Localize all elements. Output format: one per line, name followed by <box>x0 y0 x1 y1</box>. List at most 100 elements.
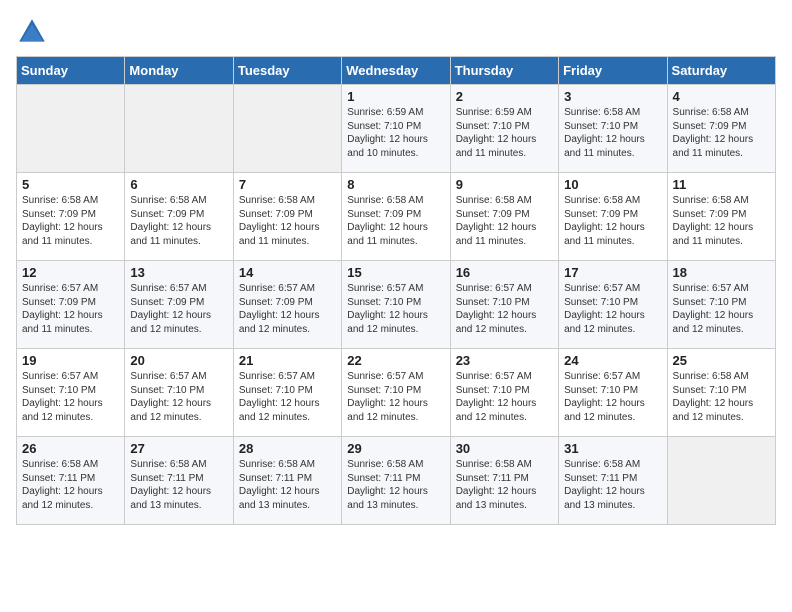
calendar-cell: 8Sunrise: 6:58 AM Sunset: 7:09 PM Daylig… <box>342 173 450 261</box>
day-number: 29 <box>347 441 444 456</box>
calendar-cell: 1 Sunrise: 6:59 AM Sunset: 7:10 PM Daylig… <box>342 85 450 173</box>
calendar-cell: 27 Sunrise: 6:58 AM Sunset: 7:11 PM Dayli… <box>125 437 233 525</box>
calendar-week-row: 5 Sunrise: 6:58 AM Sunset: 7:09 PM Daylig… <box>17 173 776 261</box>
day-info: Sunrise: 6:57 AM Sunset: 7:09 PM Dayligh… <box>130 282 227 336</box>
weekday-header-sunday: Sunday <box>17 57 125 85</box>
day-number: 24 <box>564 353 661 368</box>
calendar-week-row: 1 Sunrise: 6:59 AM Sunset: 7:10 PM Daylig… <box>17 85 776 173</box>
day-number: 9 <box>456 177 553 192</box>
calendar-cell: 5 Sunrise: 6:58 AM Sunset: 7:09 PM Daylig… <box>17 173 125 261</box>
calendar-cell: 14 Sunrise: 6:57 AM Sunset: 7:09 PM Dayli… <box>233 261 341 349</box>
weekday-header-wednesday: Wednesday <box>342 57 450 85</box>
day-info: Sunrise: 6:57 AM Sunset: 7:10 PM Dayligh… <box>22 370 119 424</box>
day-info: Sunrise: 6:59 AM Sunset: 7:10 PM Dayligh… <box>456 106 553 160</box>
calendar-cell: 16 Sunrise: 6:57 AM Sunset: 7:10 PM Dayli… <box>450 261 558 349</box>
day-number: 22 <box>347 353 444 368</box>
day-info: Sunrise: 6:58 AM Sunset: 7:09 PM Dayligh… <box>456 194 553 248</box>
day-number: 16 <box>456 265 553 280</box>
day-info: Sunrise: 6:57 AM Sunset: 7:10 PM Dayligh… <box>347 370 444 424</box>
day-info: Sunrise: 6:57 AM Sunset: 7:10 PM Dayligh… <box>673 282 770 336</box>
day-info: Sunrise: 6:58 AM Sunset: 7:09 PM Dayligh… <box>564 194 661 248</box>
calendar-cell: 30Sunrise: 6:58 AM Sunset: 7:11 PM Dayli… <box>450 437 558 525</box>
weekday-header-tuesday: Tuesday <box>233 57 341 85</box>
day-info: Sunrise: 6:58 AM Sunset: 7:09 PM Dayligh… <box>130 194 227 248</box>
day-info: Sunrise: 6:59 AM Sunset: 7:10 PM Dayligh… <box>347 106 444 160</box>
logo-icon <box>16 16 48 48</box>
day-info: Sunrise: 6:57 AM Sunset: 7:09 PM Dayligh… <box>239 282 336 336</box>
weekday-header-friday: Friday <box>559 57 667 85</box>
day-number: 21 <box>239 353 336 368</box>
day-number: 13 <box>130 265 227 280</box>
calendar-cell: 2 Sunrise: 6:59 AM Sunset: 7:10 PM Daylig… <box>450 85 558 173</box>
calendar-cell: 10 Sunrise: 6:58 AM Sunset: 7:09 PM Dayli… <box>559 173 667 261</box>
calendar-cell: 23Sunrise: 6:57 AM Sunset: 7:10 PM Dayli… <box>450 349 558 437</box>
day-info: Sunrise: 6:57 AM Sunset: 7:10 PM Dayligh… <box>564 282 661 336</box>
calendar-cell: 17 Sunrise: 6:57 AM Sunset: 7:10 PM Dayli… <box>559 261 667 349</box>
calendar-cell: 3 Sunrise: 6:58 AM Sunset: 7:10 PM Daylig… <box>559 85 667 173</box>
day-number: 7 <box>239 177 336 192</box>
day-info: Sunrise: 6:58 AM Sunset: 7:11 PM Dayligh… <box>239 458 336 512</box>
calendar-cell: 13 Sunrise: 6:57 AM Sunset: 7:09 PM Dayli… <box>125 261 233 349</box>
day-number: 3 <box>564 89 661 104</box>
day-info: Sunrise: 6:57 AM Sunset: 7:10 PM Dayligh… <box>130 370 227 424</box>
day-number: 2 <box>456 89 553 104</box>
day-number: 4 <box>673 89 770 104</box>
day-info: Sunrise: 6:58 AM Sunset: 7:09 PM Dayligh… <box>673 106 770 160</box>
logo <box>16 16 52 48</box>
calendar-cell: 31 Sunrise: 6:58 AM Sunset: 7:11 PM Dayli… <box>559 437 667 525</box>
day-number: 26 <box>22 441 119 456</box>
day-number: 31 <box>564 441 661 456</box>
calendar-cell: 19 Sunrise: 6:57 AM Sunset: 7:10 PM Dayli… <box>17 349 125 437</box>
calendar-cell: 18 Sunrise: 6:57 AM Sunset: 7:10 PM Dayli… <box>667 261 775 349</box>
day-number: 11 <box>673 177 770 192</box>
calendar-cell: 24Sunrise: 6:57 AM Sunset: 7:10 PM Dayli… <box>559 349 667 437</box>
day-number: 20 <box>130 353 227 368</box>
day-info: Sunrise: 6:57 AM Sunset: 7:09 PM Dayligh… <box>22 282 119 336</box>
day-number: 27 <box>130 441 227 456</box>
calendar-cell <box>233 85 341 173</box>
calendar-cell: 20 Sunrise: 6:57 AM Sunset: 7:10 PM Dayli… <box>125 349 233 437</box>
day-info: Sunrise: 6:58 AM Sunset: 7:11 PM Dayligh… <box>347 458 444 512</box>
weekday-header-thursday: Thursday <box>450 57 558 85</box>
day-info: Sunrise: 6:58 AM Sunset: 7:09 PM Dayligh… <box>239 194 336 248</box>
weekday-header-monday: Monday <box>125 57 233 85</box>
weekday-header-row: SundayMondayTuesdayWednesdayThursdayFrid… <box>17 57 776 85</box>
day-info: Sunrise: 6:57 AM Sunset: 7:10 PM Dayligh… <box>347 282 444 336</box>
calendar-cell: 26 Sunrise: 6:58 AM Sunset: 7:11 PM Dayli… <box>17 437 125 525</box>
day-number: 1 <box>347 89 444 104</box>
day-number: 17 <box>564 265 661 280</box>
calendar-cell: 7 Sunrise: 6:58 AM Sunset: 7:09 PM Daylig… <box>233 173 341 261</box>
day-info: Sunrise: 6:58 AM Sunset: 7:11 PM Dayligh… <box>22 458 119 512</box>
calendar-cell: 15 Sunrise: 6:57 AM Sunset: 7:10 PM Dayli… <box>342 261 450 349</box>
day-number: 14 <box>239 265 336 280</box>
day-info: Sunrise: 6:58 AM Sunset: 7:09 PM Dayligh… <box>22 194 119 248</box>
calendar-cell: 29 Sunrise: 6:58 AM Sunset: 7:11 PM Dayli… <box>342 437 450 525</box>
day-number: 10 <box>564 177 661 192</box>
day-number: 8 <box>347 177 444 192</box>
calendar-cell: 25Sunrise: 6:58 AM Sunset: 7:10 PM Dayli… <box>667 349 775 437</box>
calendar-week-row: 26 Sunrise: 6:58 AM Sunset: 7:11 PM Dayli… <box>17 437 776 525</box>
calendar-cell <box>125 85 233 173</box>
day-number: 6 <box>130 177 227 192</box>
day-number: 18 <box>673 265 770 280</box>
day-info: Sunrise: 6:57 AM Sunset: 7:10 PM Dayligh… <box>456 282 553 336</box>
day-number: 12 <box>22 265 119 280</box>
weekday-header-saturday: Saturday <box>667 57 775 85</box>
day-number: 23 <box>456 353 553 368</box>
day-number: 30 <box>456 441 553 456</box>
day-number: 15 <box>347 265 444 280</box>
calendar-cell: 22 Sunrise: 6:57 AM Sunset: 7:10 PM Dayli… <box>342 349 450 437</box>
day-info: Sunrise: 6:58 AM Sunset: 7:11 PM Dayligh… <box>130 458 227 512</box>
day-info: Sunrise: 6:58 AM Sunset: 7:09 PM Dayligh… <box>673 194 770 248</box>
calendar-cell: 12 Sunrise: 6:57 AM Sunset: 7:09 PM Dayli… <box>17 261 125 349</box>
calendar-cell <box>17 85 125 173</box>
calendar-week-row: 19 Sunrise: 6:57 AM Sunset: 7:10 PM Dayli… <box>17 349 776 437</box>
page-header <box>16 16 776 48</box>
calendar-table: SundayMondayTuesdayWednesdayThursdayFrid… <box>16 56 776 525</box>
day-info: Sunrise: 6:58 AM Sunset: 7:11 PM Dayligh… <box>564 458 661 512</box>
day-number: 19 <box>22 353 119 368</box>
calendar-cell: 6 Sunrise: 6:58 AM Sunset: 7:09 PM Daylig… <box>125 173 233 261</box>
day-info: Sunrise: 6:58 AM Sunset: 7:10 PM Dayligh… <box>673 370 770 424</box>
day-info: Sunrise: 6:58 AM Sunset: 7:10 PM Dayligh… <box>564 106 661 160</box>
day-number: 5 <box>22 177 119 192</box>
